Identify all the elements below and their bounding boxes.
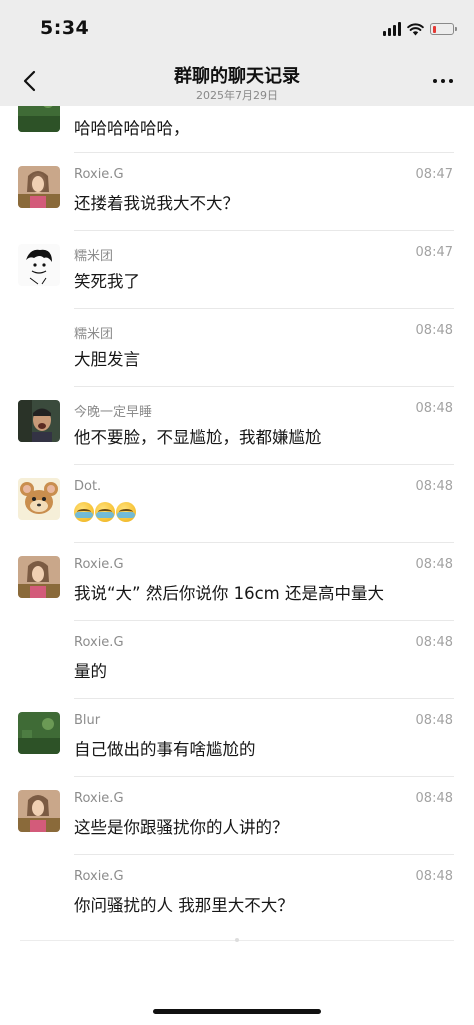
message-time: 08:47 — [415, 167, 453, 182]
message-emoji-row — [74, 502, 136, 522]
status-time: 5:34 — [40, 17, 90, 39]
crying-laughing-emoji — [95, 502, 115, 522]
message-sender: Dot. — [74, 479, 102, 494]
message-sender: Roxie.G — [74, 557, 124, 572]
message-item[interactable]: 今晚一定早睡 08:48 他不要脸，不显尴尬，我都嫌尴尬 — [0, 387, 474, 465]
message-item[interactable]: Dot. 08:48 — [0, 465, 474, 543]
message-text: 还搂着我说我大不大？ — [74, 194, 239, 213]
battery-level — [432, 25, 436, 33]
message-text: 你问骚扰的人 我那里大不大？ — [74, 896, 294, 915]
status-icons — [383, 20, 457, 38]
message-time: 08:48 — [415, 635, 453, 650]
message-time: 08:48 — [415, 323, 453, 338]
message-text: 笑死我了 — [74, 272, 140, 291]
wifi-icon — [407, 22, 424, 36]
crying-laughing-emoji — [116, 502, 136, 522]
message-sender: Roxie.G — [74, 635, 124, 650]
message-sender: 今晚一定早睡 — [74, 405, 153, 420]
status-bar: 5:34 — [0, 0, 474, 56]
avatar[interactable] — [18, 166, 60, 208]
message-time: 08:47 — [415, 245, 453, 260]
page-title: 群聊的聊天记录 — [174, 66, 300, 87]
message-list[interactable]: 哈哈哈哈哈哈， Roxie.G 08:47 还搂着我说我大不大？ 糯米团 08:… — [0, 106, 474, 956]
message-text: 这些是你跟骚扰你的人讲的？ — [74, 818, 289, 837]
message-text: 大胆发言 — [74, 350, 140, 369]
avatar[interactable] — [18, 790, 60, 832]
battery-low-icon — [430, 23, 457, 35]
message-text: 哈哈哈哈哈哈， — [74, 119, 190, 138]
message-text: 我说“大” 然后你说你 16cm 还是高中量大 — [74, 584, 384, 603]
message-item[interactable]: Roxie.G 08:47 还搂着我说我大不大？ — [0, 153, 474, 231]
message-item[interactable]: 糯米团 08:47 笑死我了 — [0, 231, 474, 309]
avatar[interactable] — [18, 244, 60, 286]
message-sender: 糯米团 — [74, 327, 114, 342]
message-sender: Roxie.G — [74, 167, 124, 182]
message-time: 08:48 — [415, 869, 453, 884]
home-indicator[interactable] — [153, 1009, 321, 1014]
message-item[interactable]: 哈哈哈哈哈哈， — [0, 106, 474, 153]
avatar[interactable] — [18, 106, 60, 132]
message-time: 08:48 — [415, 791, 453, 806]
avatar[interactable] — [18, 712, 60, 754]
avatar[interactable] — [18, 556, 60, 598]
message-item[interactable]: Blur 08:48 自己做出的事有啥尴尬的 — [0, 699, 474, 777]
page-subtitle-date: 2025年7月29日 — [196, 89, 278, 102]
message-sender: Blur — [74, 713, 101, 728]
avatar[interactable] — [18, 400, 60, 442]
message-item[interactable]: Roxie.G 08:48 量的 — [0, 621, 474, 699]
message-item[interactable]: Roxie.G 08:48 这些是你跟骚扰你的人讲的？ — [0, 777, 474, 855]
message-text: 自己做出的事有啥尴尬的 — [74, 740, 256, 759]
message-item[interactable]: 糯米团 08:48 大胆发言 — [0, 309, 474, 387]
signal-icon — [383, 22, 401, 36]
message-item[interactable]: Roxie.G 08:48 我说“大” 然后你说你 16cm 还是高中量大 — [0, 543, 474, 621]
message-time: 08:48 — [415, 479, 453, 494]
message-item[interactable]: Roxie.G 08:48 你问骚扰的人 我那里大不大？ — [0, 855, 474, 933]
message-time: 08:48 — [415, 401, 453, 416]
message-time: 08:48 — [415, 557, 453, 572]
message-sender: Roxie.G — [74, 869, 124, 884]
message-text: 他不要脸，不显尴尬，我都嫌尴尬 — [74, 428, 322, 447]
message-time: 08:48 — [415, 713, 453, 728]
nav-bar: 群聊的聊天记录 2025年7月29日 — [0, 56, 474, 106]
crying-laughing-emoji — [74, 502, 94, 522]
more-dots-icon[interactable] — [428, 70, 458, 92]
list-end-dot — [235, 938, 239, 942]
message-sender: Roxie.G — [74, 791, 124, 806]
avatar[interactable] — [18, 478, 60, 520]
message-sender: 糯米团 — [74, 249, 114, 264]
message-text: 量的 — [74, 662, 107, 681]
